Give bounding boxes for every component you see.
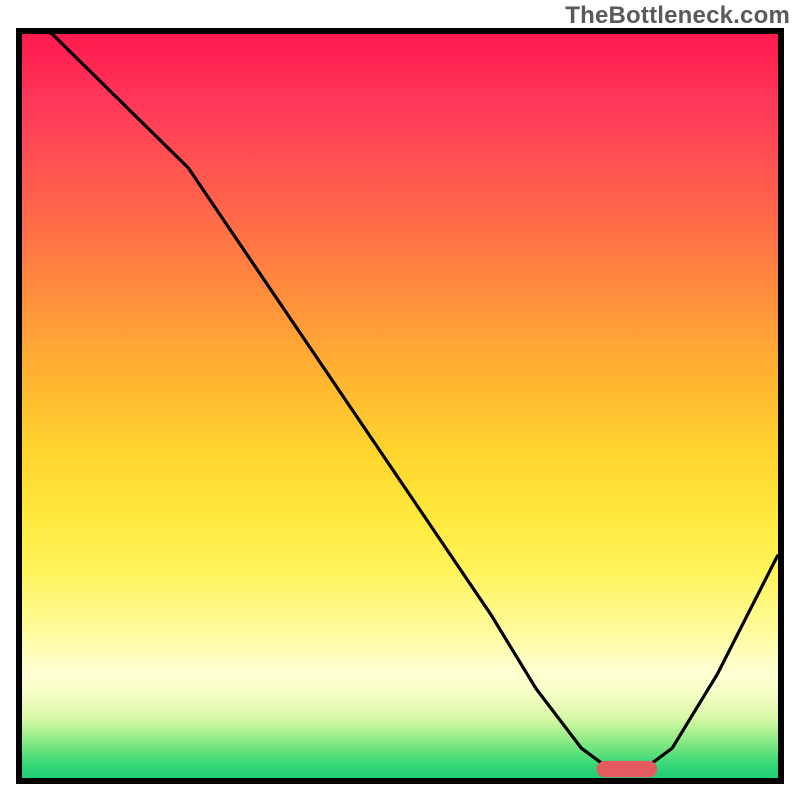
- chart-container: TheBottleneck.com: [0, 0, 800, 800]
- bottleneck-curve: [22, 34, 778, 778]
- plot-area: [16, 28, 784, 784]
- optimum-marker: [597, 761, 658, 777]
- watermark-text: TheBottleneck.com: [565, 2, 790, 30]
- curve-line: [22, 34, 778, 771]
